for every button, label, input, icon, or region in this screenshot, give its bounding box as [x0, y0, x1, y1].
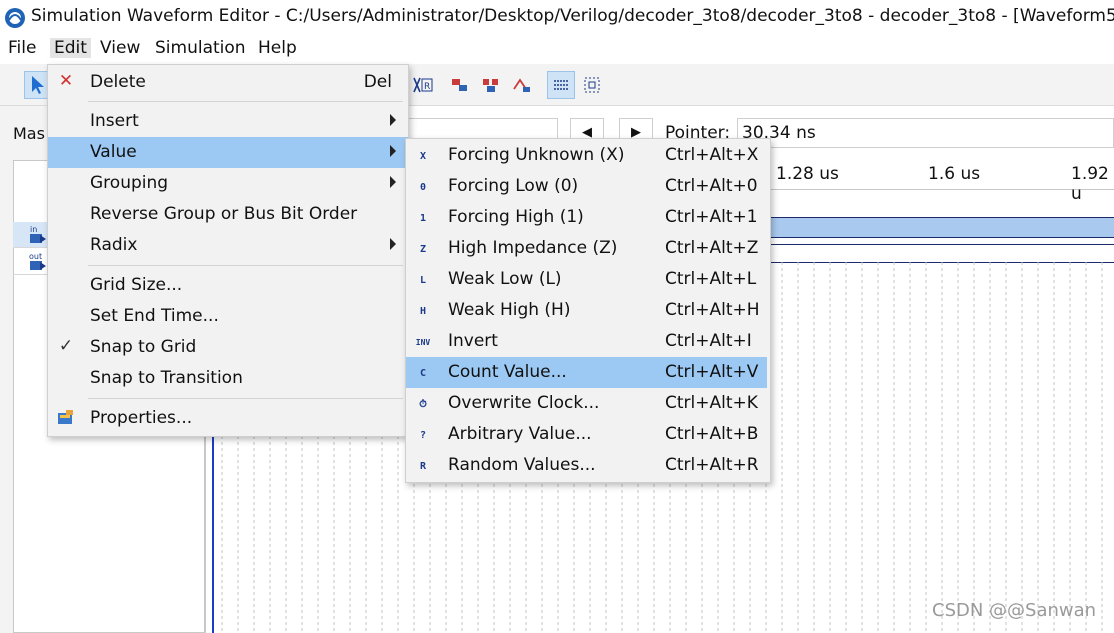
- submenu-item-arbitrary-value[interactable]: ? Arbitrary Value... Ctrl+Alt+B: [406, 419, 767, 450]
- menu-help[interactable]: Help: [254, 38, 301, 58]
- submenu-item-weak-high[interactable]: H Weak High (H) Ctrl+Alt+H: [406, 295, 767, 326]
- close-icon: ✕: [58, 71, 74, 91]
- forcing-low-icon: 0: [419, 181, 427, 193]
- waveform-bus-out-top: [770, 244, 1114, 245]
- menu-item-grid-size[interactable]: Grid Size...: [48, 270, 408, 301]
- pointer-arrow-icon: [32, 76, 44, 94]
- svg-text:R: R: [424, 82, 430, 92]
- menu-item-grouping[interactable]: Grouping: [48, 168, 408, 199]
- time-tick-label: 1.92 u: [1071, 164, 1109, 204]
- svg-text:in: in: [30, 225, 37, 234]
- arrange-icon: [452, 79, 467, 91]
- snap-to-grid-toolbar-button[interactable]: [547, 71, 575, 99]
- svg-text:out: out: [29, 252, 42, 261]
- submenu-item-forcing-low[interactable]: 0 Forcing Low (0) Ctrl+Alt+0: [406, 171, 767, 202]
- menu-item-insert[interactable]: Insert: [48, 106, 408, 137]
- snap-to-transition-toolbar-button[interactable]: [578, 71, 606, 99]
- snap-toolbar-button-1[interactable]: [446, 71, 474, 99]
- chevron-right-icon: [390, 114, 396, 126]
- random-values-toolbar-button[interactable]: R: [409, 71, 437, 99]
- snap-toolbar-button-3[interactable]: [508, 71, 536, 99]
- arbitrary-value-icon: ?: [419, 429, 427, 441]
- time-tick-label: 1.6 us: [928, 164, 981, 184]
- watermark: CSDN @@Sanwan: [932, 600, 1097, 621]
- output-pin-icon: out: [29, 252, 46, 270]
- app-icon: [5, 8, 25, 28]
- menu-item-value[interactable]: Value: [48, 137, 408, 168]
- waveform-bus-in[interactable]: [770, 217, 1114, 238]
- weak-low-icon: L: [419, 274, 427, 286]
- forcing-unknown-icon: X: [419, 150, 427, 162]
- menu-separator: [88, 265, 403, 266]
- window-title: Simulation Waveform Editor - C:/Users/Ad…: [31, 6, 1114, 26]
- group-icon: [483, 79, 498, 92]
- checkmark-icon: ✓: [58, 336, 74, 356]
- menu-item-radix[interactable]: Radix: [48, 230, 408, 261]
- random-values-icon: R: [413, 77, 433, 93]
- count-value-icon: C: [419, 367, 427, 379]
- input-pin-icon: in: [30, 225, 46, 243]
- snap-toolbar-button-2[interactable]: [477, 71, 505, 99]
- master-time-bar-label: Mas: [13, 124, 45, 143]
- menu-item-properties[interactable]: Properties...: [48, 403, 408, 434]
- chevron-right-icon: [390, 145, 396, 157]
- menu-edit[interactable]: Edit: [50, 38, 91, 58]
- menu-file[interactable]: File: [4, 38, 40, 58]
- submenu-item-high-impedance[interactable]: Z High Impedance (Z) Ctrl+Alt+Z: [406, 233, 767, 264]
- submenu-item-overwrite-clock[interactable]: ⏱ Overwrite Clock... Ctrl+Alt+K: [406, 388, 767, 419]
- menu-separator: [88, 398, 403, 399]
- submenu-item-random-values[interactable]: R Random Values... Ctrl+Alt+R: [406, 450, 767, 481]
- properties-icon: [58, 410, 73, 424]
- invert-icon: INV: [415, 337, 431, 347]
- menu-item-snap-to-grid[interactable]: ✓ Snap to Grid: [48, 332, 408, 363]
- transition-icon: [513, 78, 530, 92]
- overwrite-clock-icon: ⏱: [419, 398, 427, 410]
- menu-item-delete[interactable]: ✕ Delete Del: [48, 67, 408, 98]
- submenu-item-count-value[interactable]: C Count Value... Ctrl+Alt+V: [406, 357, 767, 388]
- menu-item-reverse-group[interactable]: Reverse Group or Bus Bit Order: [48, 199, 408, 230]
- menu-separator: [88, 101, 403, 102]
- transition-grid-icon: [584, 77, 600, 93]
- time-tick-label: 1.28 us: [776, 164, 839, 184]
- random-values-icon: R: [419, 460, 427, 472]
- grid-icon: [554, 80, 568, 90]
- chevron-right-icon: [390, 238, 396, 250]
- forcing-high-icon: 1: [419, 212, 427, 224]
- menu-simulation[interactable]: Simulation: [151, 38, 250, 58]
- submenu-item-invert[interactable]: INV Invert Ctrl+Alt+I: [406, 326, 767, 357]
- submenu-item-forcing-unknown[interactable]: X Forcing Unknown (X) Ctrl+Alt+X: [406, 140, 767, 171]
- submenu-item-weak-low[interactable]: L Weak Low (L) Ctrl+Alt+L: [406, 264, 767, 295]
- menu-view[interactable]: View: [96, 38, 144, 58]
- menu-item-snap-to-transition[interactable]: Snap to Transition: [48, 363, 408, 394]
- pointer-value-field: 30.34 ns: [737, 118, 1114, 148]
- weak-high-icon: H: [419, 305, 427, 317]
- chevron-right-icon: [390, 176, 396, 188]
- menu-item-set-end-time[interactable]: Set End Time...: [48, 301, 408, 332]
- submenu-item-forcing-high[interactable]: 1 Forcing High (1) Ctrl+Alt+1: [406, 202, 767, 233]
- high-impedance-icon: Z: [419, 243, 427, 255]
